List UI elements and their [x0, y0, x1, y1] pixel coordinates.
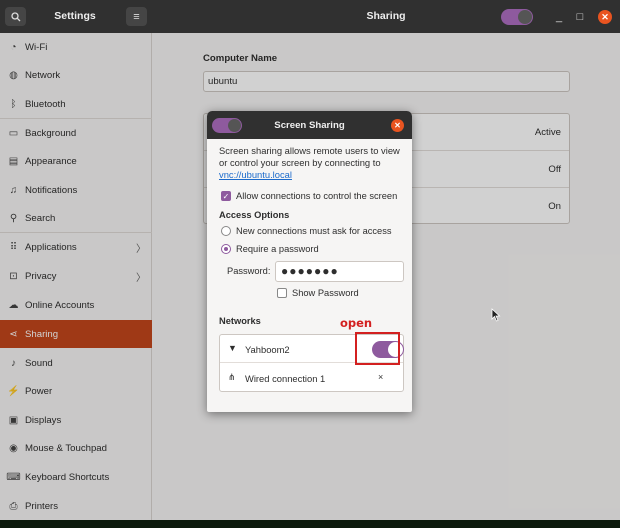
- toggle-knob: [518, 10, 532, 24]
- radio-require-password[interactable]: Require a password: [221, 244, 319, 254]
- page-title: Sharing: [366, 10, 406, 22]
- network-name: Wired connection 1: [245, 373, 326, 384]
- show-password-label: Show Password: [292, 288, 359, 298]
- option-password-label: Require a password: [236, 244, 319, 254]
- dialog-description: Screen sharing allows remote users to vi…: [219, 145, 409, 181]
- hamburger-icon: ≡: [133, 10, 140, 23]
- annotation-highlight-box: [355, 332, 400, 365]
- description-text: Screen sharing allows remote users to vi…: [219, 145, 400, 168]
- title-bar: Settings ≡ Sharing _ □ ✕: [0, 0, 620, 33]
- checkbox-icon: [277, 288, 287, 298]
- maximize-button[interactable]: □: [573, 10, 587, 24]
- checkmark-icon: ✓: [221, 191, 231, 201]
- dialog-close-button[interactable]: ✕: [391, 119, 404, 132]
- radio-selected-icon: [221, 244, 231, 254]
- wifi-icon: ▼: [228, 343, 237, 353]
- remove-network-button[interactable]: ×: [378, 372, 383, 382]
- allow-control-checkbox[interactable]: ✓ Allow connections to control the scree…: [221, 191, 397, 201]
- password-label: Password:: [227, 266, 271, 276]
- show-password-checkbox[interactable]: Show Password: [277, 288, 359, 298]
- mouse-cursor-icon: [491, 308, 501, 322]
- dialog-title: Screen Sharing: [274, 120, 345, 131]
- minimize-button[interactable]: _: [552, 10, 566, 24]
- network-row-wired[interactable]: ⋔ Wired connection 1 ×: [220, 364, 403, 392]
- allow-control-label: Allow connections to control the screen: [236, 191, 398, 201]
- network-name: Yahboom2: [245, 344, 290, 355]
- desktop-strip: [0, 520, 620, 528]
- access-options-label: Access Options: [219, 210, 290, 220]
- menu-button[interactable]: ≡: [126, 7, 147, 26]
- annotation-label: open: [340, 316, 373, 330]
- option-ask-label: New connections must ask for access: [236, 226, 392, 236]
- wired-network-icon: ⋔: [228, 372, 236, 382]
- close-button[interactable]: ✕: [598, 10, 612, 24]
- password-field[interactable]: ●●●●●●●: [275, 261, 404, 282]
- vnc-link[interactable]: vnc://ubuntu.local: [219, 169, 292, 180]
- screen-sharing-dialog: Screen Sharing ✕ Screen sharing allows r…: [207, 111, 412, 412]
- radio-ask-access[interactable]: New connections must ask for access: [221, 226, 392, 236]
- networks-label: Networks: [219, 316, 261, 326]
- sharing-master-toggle[interactable]: [501, 9, 533, 25]
- radio-icon: [221, 226, 231, 236]
- dialog-header: Screen Sharing ✕: [207, 111, 412, 139]
